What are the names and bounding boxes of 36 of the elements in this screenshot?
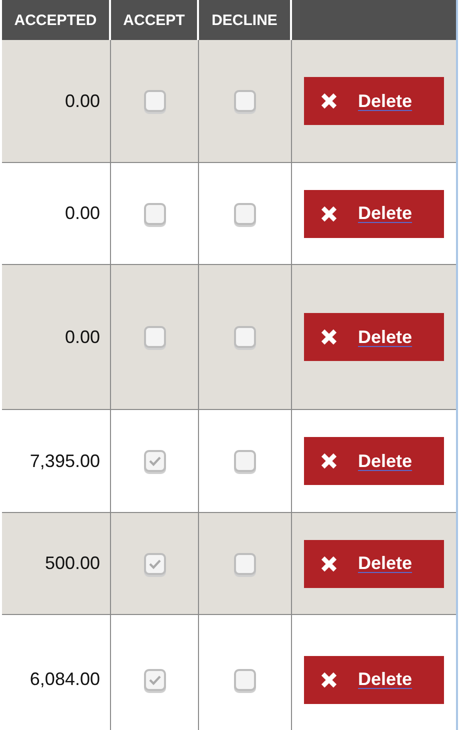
check-icon xyxy=(148,558,162,570)
column-header: ACCEPT xyxy=(111,0,199,40)
delete-button[interactable]: Delete xyxy=(304,540,444,588)
close-icon xyxy=(320,204,338,222)
decline-checkbox[interactable] xyxy=(234,450,256,472)
amount-text: 0.00 xyxy=(64,326,100,348)
accept-checkbox[interactable] xyxy=(144,202,166,224)
close-icon xyxy=(320,670,338,688)
decline-checkbox[interactable] xyxy=(234,90,256,112)
check-icon xyxy=(148,455,162,467)
decline-checkbox[interactable] xyxy=(234,668,256,690)
close-icon xyxy=(320,554,338,572)
close-icon xyxy=(320,92,338,110)
delete-button[interactable]: Delete xyxy=(304,656,444,704)
decline-checkbox[interactable] xyxy=(234,326,256,348)
accept-checkbox[interactable] xyxy=(144,90,166,112)
amount-text: 0.00 xyxy=(64,90,100,112)
accept-checkbox[interactable] xyxy=(144,450,166,472)
column-header: ACCEPTED xyxy=(2,0,111,40)
close-icon xyxy=(320,328,338,346)
delete-button[interactable]: Delete xyxy=(304,437,444,485)
accept-checkbox[interactable] xyxy=(144,668,166,690)
amount-text: 500.00 xyxy=(44,553,100,574)
check-icon xyxy=(148,674,162,686)
decline-checkbox[interactable] xyxy=(234,552,256,574)
amount-text: 6,084.00 xyxy=(30,669,100,690)
amount-text: 0.00 xyxy=(64,203,100,224)
delete-button[interactable]: Delete xyxy=(304,313,444,361)
delete-button[interactable]: Delete xyxy=(304,77,444,125)
close-icon xyxy=(320,452,338,470)
delete-button[interactable]: Delete xyxy=(304,190,444,238)
column-header: DECLINE xyxy=(199,0,292,40)
accept-checkbox[interactable] xyxy=(144,552,166,574)
decline-checkbox[interactable] xyxy=(234,202,256,224)
accept-checkbox[interactable] xyxy=(144,326,166,348)
amount-text: 7,395.00 xyxy=(30,450,100,472)
